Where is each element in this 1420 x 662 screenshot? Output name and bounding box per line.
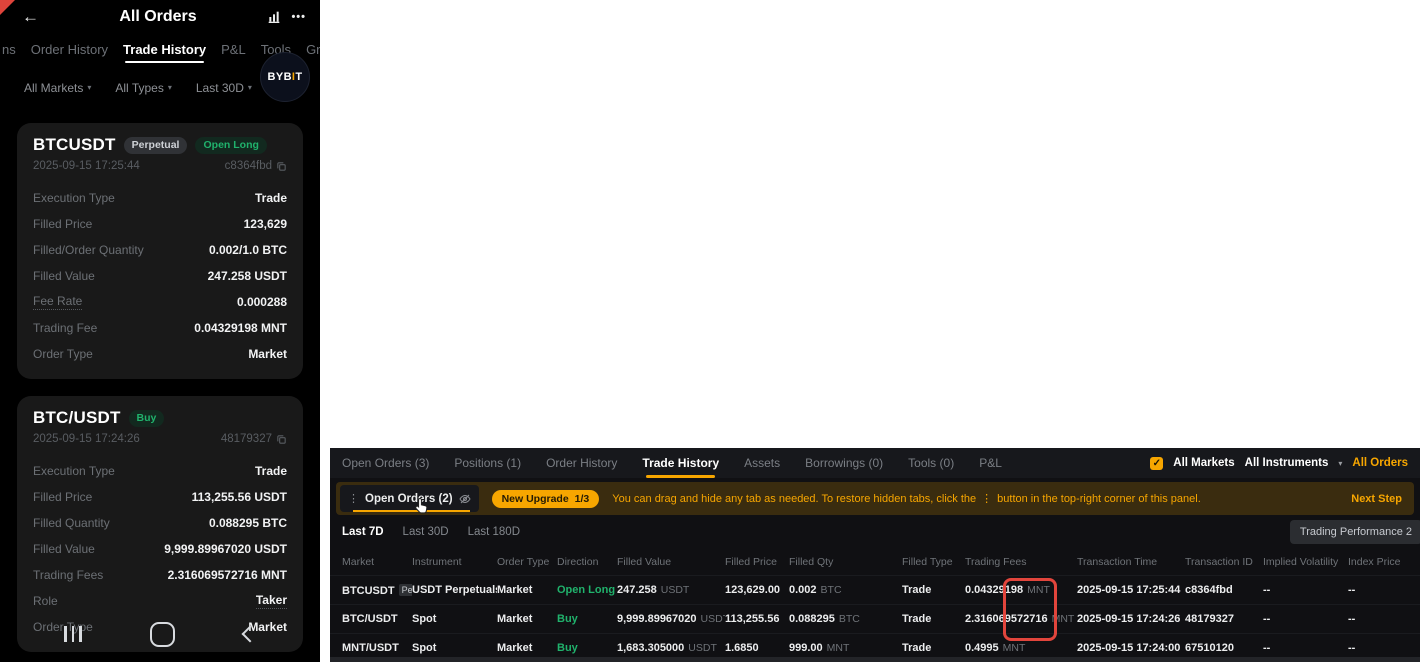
tab-order-history[interactable]: Order History	[31, 42, 108, 57]
col-market: Market	[342, 556, 412, 568]
detail-row: Execution TypeTrade	[33, 185, 287, 211]
trade-card-btcusdt[interactable]: BTCUSDT Perpetual Open Long 2025-09-15 1…	[17, 123, 303, 379]
tab-order-history[interactable]: Order History	[546, 448, 617, 478]
table-row[interactable]: BTCUSDTPerp USDT Perpetuals Market Open …	[330, 575, 1420, 604]
detail-row: Filled Price123,629	[33, 211, 287, 237]
card-symbol: BTCUSDT	[33, 135, 116, 155]
more-menu-icon[interactable]: •••	[291, 11, 306, 23]
detail-row: Execution TypeTrade	[33, 458, 287, 484]
page-title: All Orders	[62, 8, 254, 26]
open-orders-chip[interactable]: ⋮ Open Orders (2)	[340, 485, 479, 512]
col-instrument: Instrument	[412, 556, 497, 568]
direction-badge: Open Long	[195, 137, 266, 154]
annotation-red-box	[1003, 578, 1057, 641]
desktop-tab-bar: Open Orders (3) Positions (1) Order Hist…	[330, 448, 1420, 478]
col-transaction-time: Transaction Time	[1077, 556, 1185, 568]
col-direction: Direction	[557, 556, 617, 568]
caret-down-icon: ▾	[168, 83, 172, 92]
tab-trade-history[interactable]: Trade History	[123, 42, 206, 57]
android-nav-bar	[0, 606, 320, 662]
col-implied-volatility: Implied Volatility	[1263, 556, 1348, 568]
bybit-logo: BYBIT	[260, 52, 310, 102]
tab-borrowings[interactable]: Borrowings (0)	[805, 448, 883, 478]
period-last-180d[interactable]: Last 180D	[468, 526, 520, 538]
direction-badge: Buy	[129, 410, 165, 427]
caret-down-icon: ▾	[87, 83, 91, 92]
contract-type-badge: Perpetual	[124, 137, 188, 154]
panel-bottom-strip	[330, 657, 1420, 662]
trade-timestamp: 2025-09-15 17:24:26	[33, 433, 140, 445]
filter-all-types[interactable]: All Types▾	[115, 81, 171, 95]
detail-row: Filled Value247.258 USDT	[33, 263, 287, 289]
caret-down-icon: ▾	[248, 83, 252, 92]
col-order-type: Order Type	[497, 556, 557, 568]
detail-row: Trading Fee0.04329198 MNT	[33, 315, 287, 341]
analytics-chart-icon[interactable]	[266, 9, 282, 25]
detail-row: Filled Quantity0.088295 BTC	[33, 510, 287, 536]
detail-row: Order TypeMarket	[33, 341, 287, 367]
hide-eye-icon[interactable]	[459, 493, 471, 505]
home-icon[interactable]	[150, 622, 175, 647]
perp-tag: Perp	[399, 584, 412, 596]
drag-handle-icon[interactable]: ⋮	[348, 492, 359, 505]
tab-positions-partial[interactable]: ns	[2, 42, 16, 57]
col-transaction-id: Transaction ID	[1185, 556, 1263, 568]
detail-row: Fee Rate0.000288	[33, 289, 287, 315]
col-filled-value: Filled Value	[617, 556, 725, 568]
mobile-app-panel: ← All Orders ••• ns Order History Trade …	[0, 0, 320, 662]
tab-assets[interactable]: Assets	[744, 448, 780, 478]
tab-trade-history[interactable]: Trade History	[642, 448, 719, 478]
banner-message: You can drag and hide any tab as needed.…	[612, 492, 1201, 505]
col-filled-type: Filled Type	[902, 556, 965, 568]
table-row[interactable]: BTC/USDT Spot Market Buy 9,999.89967020U…	[330, 604, 1420, 633]
vertical-dots-icon: ⋮	[981, 492, 992, 505]
card-symbol: BTC/USDT	[33, 408, 121, 428]
mobile-header: ← All Orders •••	[0, 0, 320, 32]
tab-tools[interactable]: Tools (0)	[908, 448, 954, 478]
detail-row: Trading Fees2.316069572716 MNT	[33, 562, 287, 588]
next-step-button[interactable]: Next Step	[1351, 493, 1402, 505]
all-markets-checkbox[interactable]: ✓	[1150, 457, 1163, 470]
new-upgrade-badge: New Upgrade1/3	[492, 490, 600, 508]
back-arrow-icon[interactable]: ←	[22, 7, 62, 27]
detail-row: Filled Value9,999.89967020 USDT	[33, 536, 287, 562]
caret-down-icon: ▾	[1338, 459, 1342, 468]
col-filled-price: Filled Price	[725, 556, 789, 568]
col-index-price: Index Price	[1348, 556, 1420, 568]
recording-indicator-triangle	[0, 0, 15, 15]
hand-cursor-icon	[414, 497, 429, 514]
tab-pnl[interactable]: P&L	[221, 42, 246, 57]
filter-all-markets[interactable]: All Markets▾	[24, 81, 91, 95]
trade-timestamp: 2025-09-15 17:25:44	[33, 160, 140, 172]
all-orders-link[interactable]: All Orders	[1352, 457, 1408, 469]
recents-icon[interactable]	[64, 626, 82, 642]
order-id: c8364fbd	[225, 160, 272, 172]
copy-icon[interactable]	[276, 161, 287, 172]
tab-greeks-partial[interactable]: Gre	[306, 42, 320, 57]
order-id: 48179327	[221, 433, 272, 445]
table-header: Market Instrument Order Type Direction F…	[330, 549, 1420, 575]
trading-performance-button[interactable]: Trading Performance 2	[1290, 520, 1420, 544]
desktop-orders-panel: Open Orders (3) Positions (1) Order Hist…	[330, 448, 1420, 662]
detail-row: Filled Price113,255.56 USDT	[33, 484, 287, 510]
filter-last-30d[interactable]: Last 30D▾	[196, 81, 252, 95]
period-last-7d[interactable]: Last 7D	[342, 526, 384, 538]
screenshot-canvas: ← All Orders ••• ns Order History Trade …	[0, 0, 1420, 662]
tab-open-orders[interactable]: Open Orders (3)	[342, 448, 429, 478]
period-filter-row: Last 7D Last 30D Last 180D Trading Perfo…	[330, 515, 1420, 549]
col-trading-fees: Trading Fees	[965, 556, 1077, 568]
period-last-30d[interactable]: Last 30D	[403, 526, 449, 538]
tab-pnl[interactable]: P&L	[979, 448, 1002, 478]
all-instruments-dropdown[interactable]: All Instruments	[1245, 457, 1329, 469]
nav-back-icon[interactable]	[242, 626, 259, 643]
detail-row: Filled/Order Quantity0.002/1.0 BTC	[33, 237, 287, 263]
tab-positions[interactable]: Positions (1)	[454, 448, 521, 478]
copy-icon[interactable]	[276, 434, 287, 445]
upgrade-banner: ⋮ Open Orders (2) New Upgrade1/3 You can…	[336, 482, 1414, 515]
col-filled-qty: Filled Qty	[789, 556, 902, 568]
all-markets-label[interactable]: All Markets	[1173, 457, 1234, 469]
